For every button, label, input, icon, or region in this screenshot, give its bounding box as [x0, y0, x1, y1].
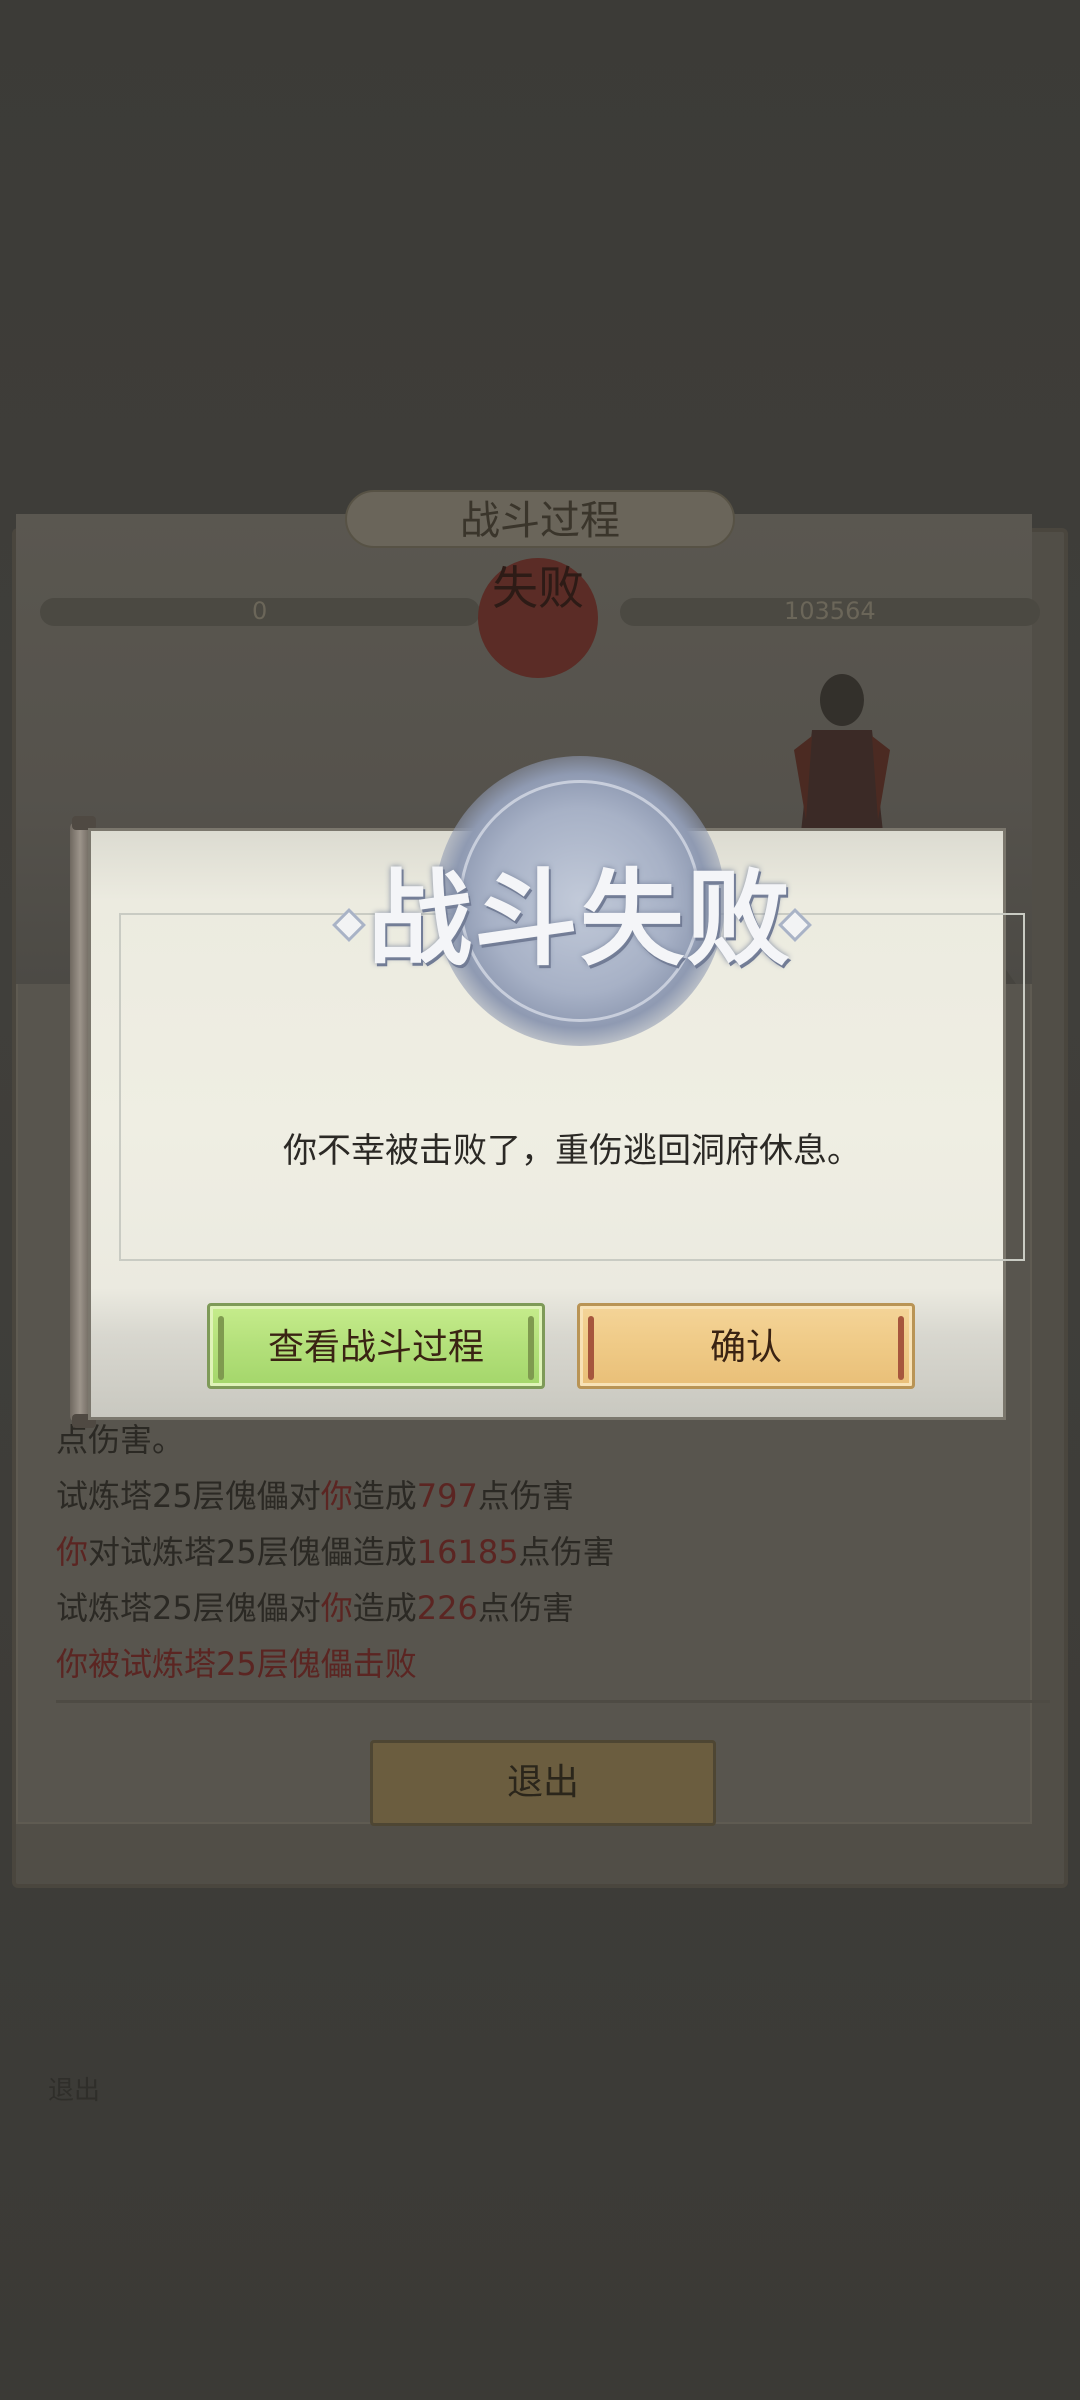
button-rod-decoration	[588, 1316, 594, 1380]
log-line: 试炼塔25层傀儡对你造成226点伤害	[56, 1584, 574, 1632]
exit-button: 退出	[370, 1740, 716, 1826]
player-hp-value: 0	[252, 597, 268, 625]
button-rod-decoration	[528, 1316, 534, 1380]
log-text: 对试炼塔25层傀儡造成	[88, 1533, 417, 1571]
log-highlight: 试炼塔25层傀儡	[120, 1645, 353, 1683]
log-text: 试炼塔25层傀儡对	[56, 1589, 321, 1627]
log-text: 造成	[352, 1477, 417, 1515]
log-text: 点伤害	[477, 1589, 574, 1627]
view-battle-process-label: 查看战斗过程	[267, 1327, 484, 1368]
log-highlight: 226	[416, 1589, 478, 1627]
log-text: 造成	[352, 1589, 417, 1627]
log-highlight: 你被	[56, 1645, 121, 1683]
confirm-button[interactable]: 确认	[577, 1303, 915, 1389]
defeat-seal-text: 失败	[492, 561, 584, 615]
log-line: 你被试炼塔25层傀儡击败	[56, 1640, 417, 1688]
log-text: 点伤害	[477, 1477, 574, 1515]
confirm-label: 确认	[709, 1327, 782, 1368]
view-battle-process-button[interactable]: 查看战斗过程	[207, 1303, 545, 1389]
log-highlight: 击败	[352, 1645, 417, 1683]
battle-window-title: 战斗过程	[460, 498, 620, 544]
log-line: 试炼塔25层傀儡对你造成797点伤害	[56, 1472, 574, 1520]
log-highlight: 你	[320, 1477, 353, 1515]
log-highlight: 你	[320, 1589, 353, 1627]
button-rod-decoration	[898, 1316, 904, 1380]
log-line: 你对试炼塔25层傀儡造成16185点伤害	[56, 1528, 615, 1576]
defeat-dialog: 战斗失败 你不幸被击败了，重伤逃回洞府休息。 查看战斗过程 确认	[66, 756, 1025, 1428]
dialog-title: 战斗失败	[367, 857, 792, 980]
log-highlight: 797	[416, 1477, 478, 1515]
dialog-panel: 战斗失败 你不幸被击败了，重伤逃回洞府休息。 查看战斗过程 确认	[88, 756, 1025, 1420]
log-highlight: 16185	[416, 1533, 519, 1571]
log-divider	[56, 1700, 1050, 1703]
scroll-rod	[70, 816, 96, 1428]
log-text: 点伤害	[518, 1533, 615, 1571]
log-highlight: 你	[56, 1533, 89, 1571]
button-rod-decoration	[218, 1316, 224, 1380]
background-hint-text: 退出	[48, 2076, 101, 2106]
log-text: 试炼塔25层傀儡对	[56, 1477, 321, 1515]
dialog-message: 你不幸被击败了，重伤逃回洞府休息。	[283, 1131, 861, 1171]
enemy-hp-value: 103564	[784, 597, 876, 625]
